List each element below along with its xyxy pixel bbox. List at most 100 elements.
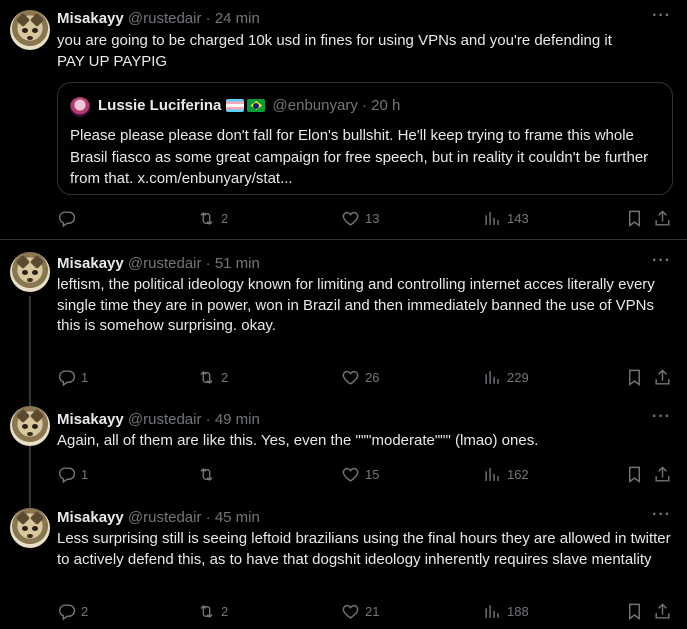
quote-header: Lussie Luciferina @enbunyary · 20 h [98, 97, 400, 114]
tweet-4[interactable]: Misakayy @rustedair · 45 min ··· Less su… [0, 498, 687, 629]
share-icon [653, 602, 672, 621]
tweet-text: Less surprising still is seeing leftoid … [57, 530, 671, 568]
reply-icon [57, 465, 76, 484]
heart-icon [341, 465, 360, 484]
repost-button[interactable] [197, 464, 221, 484]
tweet-header: Misakayy @rustedair · 24 min [57, 10, 260, 27]
bookmark-button[interactable] [625, 464, 644, 484]
views-count: 188 [507, 603, 529, 619]
views-icon [483, 368, 502, 387]
timestamp[interactable]: 51 min [215, 255, 260, 272]
views-button[interactable]: 162 [483, 464, 529, 484]
reply-button[interactable]: 2 [57, 601, 88, 621]
tweet-header: Misakayy @rustedair · 51 min [57, 255, 260, 272]
views-button[interactable]: 229 [483, 367, 529, 387]
repost-count: 2 [221, 603, 229, 619]
quoted-tweet[interactable]: Lussie Luciferina @enbunyary · 20 h Plea… [57, 82, 673, 195]
heart-icon [341, 368, 360, 387]
reply-icon [57, 209, 76, 228]
views-icon [483, 465, 502, 484]
bookmark-icon [625, 465, 644, 484]
share-button[interactable] [653, 367, 672, 387]
tweet-1[interactable]: Misakayy @rustedair · 24 min ··· you are… [0, 0, 687, 239]
repost-button[interactable]: 2 [197, 601, 228, 621]
repost-count: 2 [221, 369, 229, 385]
like-button[interactable]: 13 [341, 208, 379, 228]
share-button[interactable] [653, 464, 672, 484]
action-bar: 2 2 21 188 [57, 601, 677, 621]
action-bar: 1 15 162 [57, 464, 677, 484]
author-name[interactable]: Misakayy [57, 411, 124, 428]
share-button[interactable] [653, 601, 672, 621]
author-handle[interactable]: @rustedair [128, 10, 202, 27]
reply-icon [57, 368, 76, 387]
repost-button[interactable]: 2 [197, 208, 228, 228]
reply-button[interactable]: 1 [57, 464, 88, 484]
tweet-header: Misakayy @rustedair · 45 min [57, 509, 260, 526]
avatar[interactable] [10, 508, 50, 548]
brazil-flag-icon [247, 99, 266, 112]
more-options-icon[interactable]: ··· [652, 408, 671, 426]
author-name[interactable]: Misakayy [57, 255, 124, 272]
action-bar: 2 13 143 [57, 208, 677, 228]
like-button[interactable]: 21 [341, 601, 379, 621]
separator-dot: · [362, 97, 367, 114]
share-icon [653, 368, 672, 387]
avatar[interactable] [10, 10, 50, 50]
author-handle[interactable]: @rustedair [128, 509, 202, 526]
share-button[interactable] [653, 208, 672, 228]
repost-icon [197, 209, 216, 228]
views-button[interactable]: 188 [483, 601, 529, 621]
tweet-text: Again, all of them are like this. Yes, e… [57, 432, 539, 449]
bookmark-button[interactable] [625, 208, 644, 228]
quote-timestamp[interactable]: 20 h [371, 97, 400, 114]
views-count: 143 [507, 210, 529, 226]
avatar[interactable] [10, 252, 50, 292]
quote-avatar[interactable] [70, 97, 90, 117]
tweet-text: leftism, the political ideology known fo… [57, 276, 655, 334]
timestamp[interactable]: 45 min [215, 509, 260, 526]
separator-dot: · [205, 10, 211, 27]
views-button[interactable]: 143 [483, 208, 529, 228]
like-count: 15 [365, 466, 380, 482]
timestamp[interactable]: 24 min [215, 10, 260, 27]
author-name[interactable]: Misakayy [57, 509, 124, 526]
share-icon [653, 209, 672, 228]
more-options-icon[interactable]: ··· [652, 506, 671, 524]
trans-flag-icon [226, 99, 245, 112]
more-options-icon[interactable]: ··· [652, 7, 671, 25]
action-bar: 1 2 26 229 [57, 367, 677, 387]
author-handle[interactable]: @rustedair [128, 411, 202, 428]
author-handle[interactable]: @rustedair [128, 255, 202, 272]
author-name[interactable]: Misakayy [57, 10, 124, 27]
like-count: 21 [365, 603, 380, 619]
quote-author-handle[interactable]: @enbunyary [273, 97, 358, 114]
more-options-icon[interactable]: ··· [652, 252, 671, 270]
heart-icon [341, 209, 360, 228]
views-icon [483, 209, 502, 228]
separator-dot: · [205, 411, 211, 428]
bookmark-button[interactable] [625, 367, 644, 387]
avatar[interactable] [10, 406, 50, 446]
quote-author-name[interactable]: Lussie Luciferina [98, 97, 221, 114]
bookmark-icon [625, 602, 644, 621]
tweet-header: Misakayy @rustedair · 49 min [57, 411, 260, 428]
views-count: 162 [507, 466, 529, 482]
reply-count: 1 [81, 369, 89, 385]
tweet-2[interactable]: Misakayy @rustedair · 51 min ··· leftism… [0, 240, 687, 400]
repost-icon [197, 465, 216, 484]
timestamp[interactable]: 49 min [215, 411, 260, 428]
views-icon [483, 602, 502, 621]
reply-count: 1 [81, 466, 89, 482]
repost-icon [197, 602, 216, 621]
tweet-3[interactable]: Misakayy @rustedair · 49 min ··· Again, … [0, 400, 687, 498]
bookmark-button[interactable] [625, 601, 644, 621]
reply-button[interactable]: 1 [57, 367, 88, 387]
heart-icon [341, 602, 360, 621]
repost-button[interactable]: 2 [197, 367, 228, 387]
share-icon [653, 465, 672, 484]
reply-button[interactable] [57, 208, 81, 228]
like-button[interactable]: 26 [341, 367, 379, 387]
tweet-text: you are going to be charged 10k usd in f… [57, 32, 612, 70]
like-button[interactable]: 15 [341, 464, 379, 484]
